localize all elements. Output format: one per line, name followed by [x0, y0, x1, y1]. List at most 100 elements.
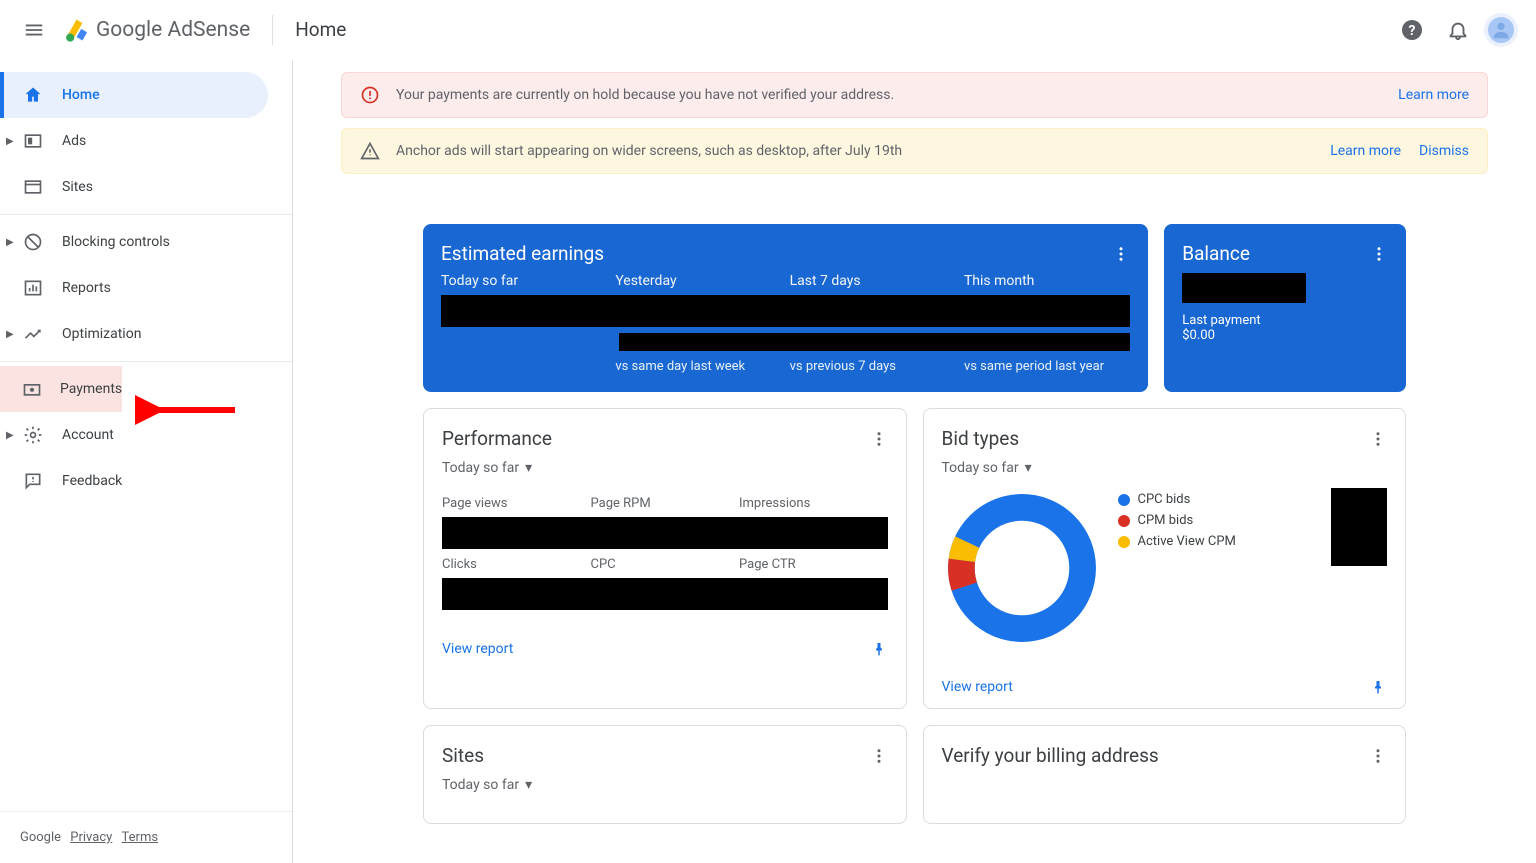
card-title: Estimated earnings: [441, 242, 1112, 265]
kebab-icon: [870, 747, 888, 765]
product-logo[interactable]: Google AdSense: [62, 16, 250, 44]
chart-legend: CPC bids CPM bids Active View CPM: [1118, 492, 1236, 555]
balance-card: Balance Last payment $0.00: [1164, 224, 1406, 392]
product-name: Google AdSense: [96, 18, 250, 42]
chevron-down-icon: ▾: [525, 777, 532, 793]
sidebar-item-blocking[interactable]: ▶ Blocking controls: [0, 219, 268, 265]
verify-address-card: Verify your billing address: [923, 725, 1407, 824]
sidebar-item-reports[interactable]: Reports: [0, 265, 268, 311]
account-avatar[interactable]: [1484, 13, 1518, 47]
view-report-link[interactable]: View report: [442, 641, 513, 657]
card-menu-button[interactable]: [1112, 245, 1130, 263]
sidebar-item-label: Ads: [62, 133, 86, 149]
help-icon: ?: [1400, 18, 1424, 42]
card-menu-button[interactable]: [870, 430, 888, 448]
range-dropdown[interactable]: Today so far ▾: [942, 458, 1032, 488]
sidebar-item-ads[interactable]: ▶ Ads: [0, 118, 268, 164]
divider: [272, 15, 273, 45]
earnings-sublabel: vs same period last year: [964, 359, 1130, 374]
metric-label: CPC: [591, 557, 740, 572]
redacted-value: [1331, 488, 1387, 566]
learn-more-link[interactable]: Learn more: [1330, 143, 1401, 159]
help-button[interactable]: ?: [1392, 10, 1432, 50]
sidebar-item-account[interactable]: ▶ Account: [0, 412, 268, 458]
sites-card: Sites Today so far ▾: [423, 725, 907, 824]
payments-icon: [22, 378, 42, 400]
menu-button[interactable]: [10, 6, 58, 54]
metric-label: Page RPM: [591, 496, 740, 511]
range-dropdown[interactable]: Today so far ▾: [442, 458, 532, 488]
error-icon: [360, 85, 380, 105]
kebab-icon: [1369, 747, 1387, 765]
alert-warning: Anchor ads will start appearing on wider…: [341, 128, 1488, 174]
pin-icon: [1369, 678, 1387, 696]
sidebar-item-payments[interactable]: Payments: [0, 366, 122, 412]
card-menu-button[interactable]: [1369, 430, 1387, 448]
card-menu-button[interactable]: [870, 747, 888, 765]
last-payment-amount: $0.00: [1182, 328, 1388, 343]
sidebar-item-label: Feedback: [62, 473, 122, 489]
pin-icon: [870, 640, 888, 658]
pin-button[interactable]: [1369, 678, 1387, 696]
metric-label: Page CTR: [739, 557, 888, 572]
sidebar-item-sites[interactable]: Sites: [0, 164, 268, 210]
card-title: Verify your billing address: [942, 744, 1370, 767]
privacy-link[interactable]: Privacy: [70, 830, 112, 845]
learn-more-link[interactable]: Learn more: [1398, 87, 1469, 103]
card-title: Balance: [1182, 242, 1370, 265]
svg-text:?: ?: [1409, 23, 1416, 39]
earnings-label: Last 7 days: [790, 273, 956, 289]
legend-label: CPC bids: [1138, 492, 1191, 507]
performance-card: Performance Today so far ▾ Page views Pa…: [423, 408, 907, 709]
dismiss-link[interactable]: Dismiss: [1419, 143, 1469, 159]
sidebar-item-label: Reports: [62, 280, 111, 296]
block-icon: [22, 231, 44, 253]
feedback-icon: [22, 470, 44, 492]
last-payment-label: Last payment: [1182, 313, 1388, 328]
alert-message: Your payments are currently on hold beca…: [396, 87, 1380, 103]
reports-icon: [22, 277, 44, 299]
earnings-sublabel: vs same day last week: [615, 359, 781, 374]
sidebar-footer: Google Privacy Terms: [0, 811, 292, 863]
sidebar-item-optimization[interactable]: ▶ Optimization: [0, 311, 268, 357]
sidebar-item-feedback[interactable]: Feedback: [0, 458, 268, 504]
chevron-right-icon: ▶: [6, 329, 14, 340]
adsense-logo-icon: [62, 16, 90, 44]
gear-icon: [22, 424, 44, 446]
footer-brand: Google: [20, 830, 61, 845]
legend-dot: [1118, 515, 1130, 527]
kebab-icon: [1370, 245, 1388, 263]
pin-button[interactable]: [870, 640, 888, 658]
warning-icon: [360, 141, 380, 161]
card-menu-button[interactable]: [1369, 747, 1387, 765]
range-dropdown[interactable]: Today so far ▾: [442, 775, 532, 805]
view-report-link[interactable]: View report: [942, 679, 1013, 695]
card-title: Performance: [442, 427, 870, 450]
sidebar-item-home[interactable]: Home: [0, 72, 268, 118]
legend-label: CPM bids: [1138, 513, 1194, 528]
hamburger-icon: [23, 19, 45, 41]
home-icon: [22, 84, 44, 106]
redacted-value: [441, 295, 1130, 327]
sidebar-item-label: Optimization: [62, 326, 141, 342]
card-menu-button[interactable]: [1370, 245, 1388, 263]
content-area: Your payments are currently on hold beca…: [293, 60, 1536, 863]
alert-message: Anchor ads will start appearing on wider…: [396, 143, 1312, 159]
ads-icon: [22, 130, 44, 152]
app-header: Google AdSense Home ?: [0, 0, 1536, 60]
earnings-sublabel: vs previous 7 days: [790, 359, 956, 374]
sites-icon: [22, 176, 44, 198]
sidebar-item-label: Payments: [60, 381, 122, 397]
kebab-icon: [870, 430, 888, 448]
chevron-right-icon: ▶: [6, 237, 14, 248]
metric-label: Page views: [442, 496, 591, 511]
notifications-button[interactable]: [1438, 10, 1478, 50]
redacted-value: [442, 517, 888, 549]
card-title: Sites: [442, 744, 870, 767]
alert-error: Your payments are currently on hold beca…: [341, 72, 1488, 118]
earnings-label: This month: [964, 273, 1130, 289]
terms-link[interactable]: Terms: [122, 830, 159, 845]
donut-chart: [942, 488, 1102, 648]
sidebar-item-label: Sites: [62, 179, 93, 195]
card-title: Bid types: [942, 427, 1370, 450]
